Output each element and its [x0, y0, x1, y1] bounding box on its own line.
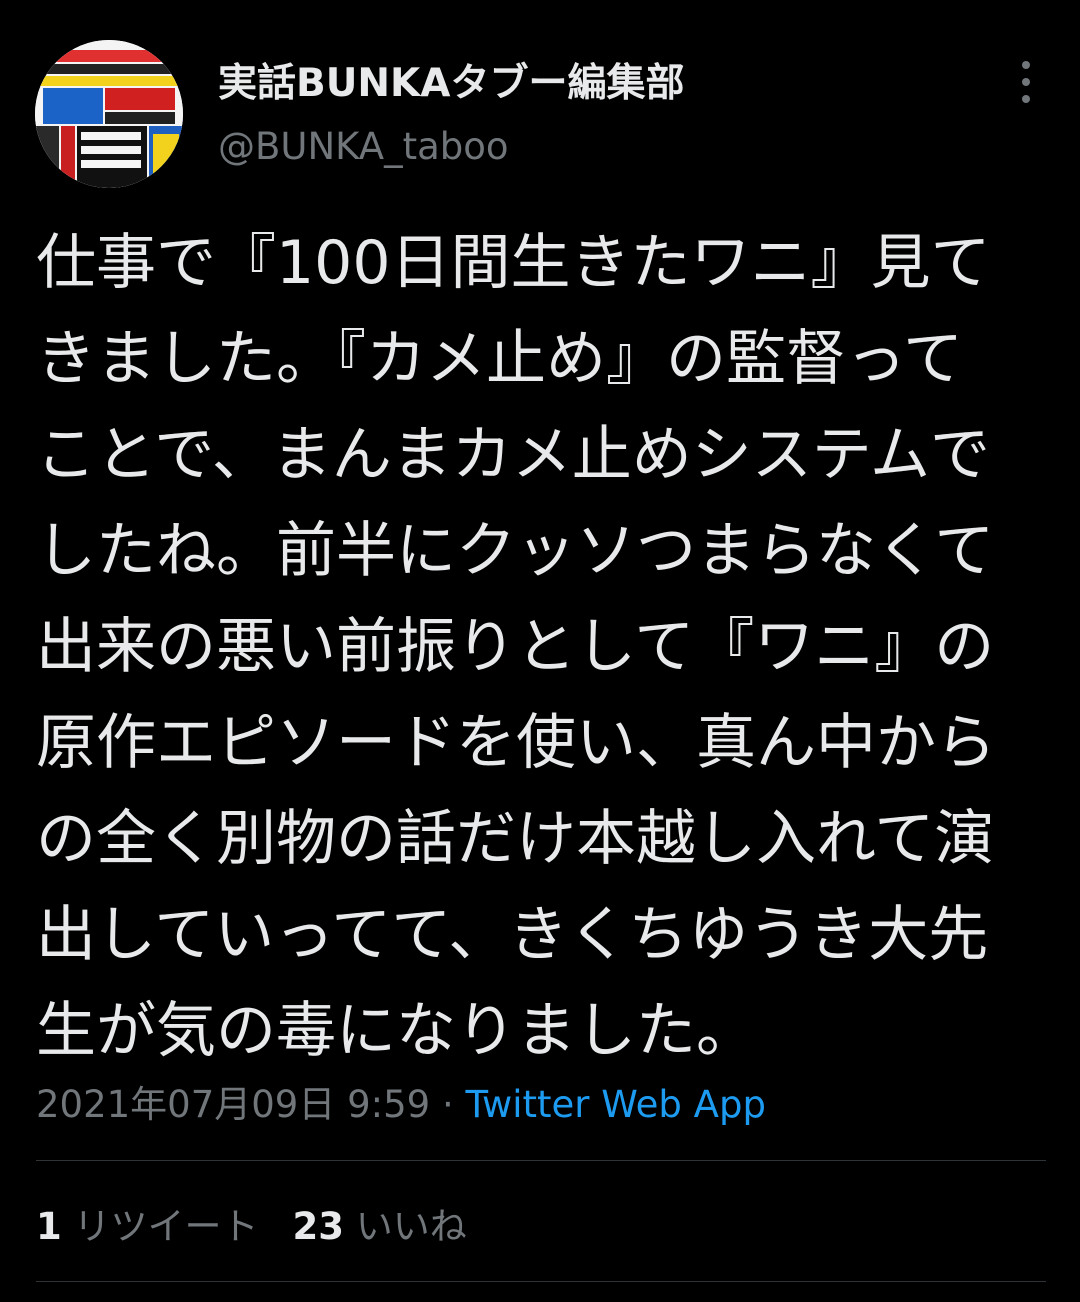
tweet-metadata: 2021年07月09日 9:59 · Twitter Web App [36, 1074, 766, 1128]
divider [36, 1281, 1046, 1282]
meta-separator: · [441, 1083, 454, 1126]
more-vertical-icon [1022, 95, 1030, 103]
more-options-button[interactable] [1004, 55, 1048, 109]
like-count: 23 [292, 1205, 345, 1248]
retweet-label: リツイート [73, 1205, 259, 1248]
retweets-stat[interactable]: 1 リツイート [36, 1205, 259, 1248]
retweet-count: 1 [36, 1205, 62, 1248]
more-vertical-icon [1022, 78, 1030, 86]
tweet-stats: 1 リツイート 23 いいね [36, 1196, 467, 1250]
tweet-source-link[interactable]: Twitter Web App [465, 1083, 765, 1126]
tweet-text: 仕事で『100日間生きたワニ』見て きました。『カメ止め』の監督って ことで、ま… [36, 228, 996, 1066]
magazine-cover-avatar-icon [35, 40, 183, 188]
more-vertical-icon [1022, 61, 1030, 69]
divider [36, 1160, 1046, 1161]
avatar[interactable] [35, 40, 183, 188]
likes-stat[interactable]: 23 いいね [293, 1205, 467, 1248]
author-display-name[interactable]: 実話BUNKAタブー編集部 [218, 52, 684, 108]
tweet-timestamp[interactable]: 2021年07月09日 9:59 [36, 1083, 430, 1126]
like-label: いいね [355, 1205, 467, 1248]
author-handle[interactable]: @BUNKA_taboo [218, 125, 509, 168]
